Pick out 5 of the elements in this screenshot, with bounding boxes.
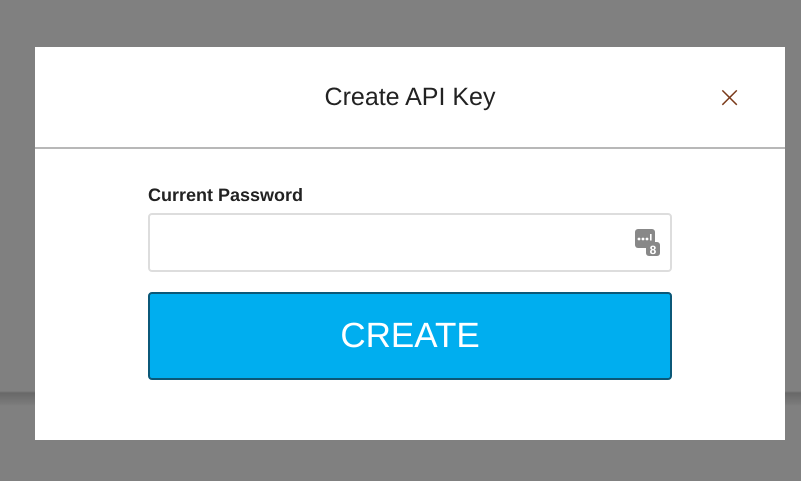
password-field[interactable]: 8 — [148, 213, 672, 272]
field-label: Current Password — [148, 185, 304, 206]
close-button[interactable]: × — [717, 87, 739, 109]
create-button[interactable]: CREATE — [148, 292, 672, 380]
dialog-title: Create API Key — [324, 82, 496, 112]
